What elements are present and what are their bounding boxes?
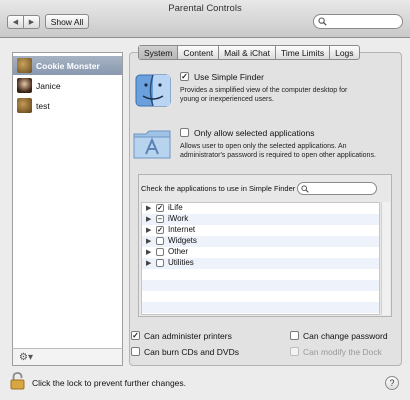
administer-printers-label: Can administer printers: [144, 331, 232, 341]
back-arrow-icon[interactable]: ◀: [8, 16, 23, 28]
list-item[interactable]: ▶ ✓ iLife: [142, 203, 379, 214]
selected-apps-description-1: Allows user to open only the selected ap…: [180, 143, 347, 150]
app-checkbox[interactable]: –: [156, 215, 164, 223]
list-item: [142, 291, 379, 302]
burn-cds-label: Can burn CDs and DVDs: [144, 347, 239, 357]
disclosure-triangle-icon[interactable]: ▶: [146, 226, 151, 234]
disclosure-triangle-icon[interactable]: ▶: [146, 204, 151, 212]
nav-buttons: ◀ ▶: [7, 15, 40, 29]
user-name: test: [36, 100, 50, 111]
disclosure-triangle-icon[interactable]: ▶: [146, 248, 151, 256]
list-item[interactable]: ▶ – iWork: [142, 214, 379, 225]
app-name: iLife: [168, 203, 183, 212]
tab-logs[interactable]: Logs: [329, 46, 358, 59]
avatar: [17, 78, 32, 93]
forward-arrow-icon[interactable]: ▶: [23, 16, 39, 28]
user-name: Janice: [36, 80, 61, 91]
tab-content[interactable]: Content: [177, 46, 218, 59]
tab-time-limits[interactable]: Time Limits: [274, 46, 329, 59]
list-item: [142, 302, 379, 313]
user-name: Cookie Monster: [36, 60, 100, 71]
search-icon: [318, 17, 327, 26]
list-item[interactable]: ▶ Widgets: [142, 236, 379, 247]
use-simple-finder-checkbox[interactable]: ✓: [180, 72, 189, 81]
gear-icon[interactable]: ⚙▾: [19, 352, 33, 363]
lock-status-text: Click the lock to prevent further change…: [32, 378, 187, 388]
user-item-test[interactable]: test: [13, 96, 122, 115]
app-checkbox[interactable]: [156, 259, 164, 267]
app-checkbox[interactable]: [156, 237, 164, 245]
disclosure-triangle-icon[interactable]: ▶: [146, 237, 151, 245]
user-item-janice[interactable]: Janice: [13, 76, 122, 95]
search-icon: [301, 185, 309, 193]
sidebar-footer: ⚙▾: [12, 348, 123, 366]
applications-list: ▶ ✓ iLife ▶ – iWork ▶ ✓ Internet ▶ Widge…: [141, 202, 380, 315]
tab-system[interactable]: System: [139, 46, 178, 59]
app-name: Internet: [168, 225, 196, 234]
use-simple-finder-label: Use Simple Finder: [194, 72, 264, 82]
show-all-button[interactable]: Show All: [45, 14, 89, 29]
change-password-label: Can change password: [303, 331, 388, 341]
user-list: Cookie Monster Janice test: [12, 52, 123, 366]
help-button[interactable]: ?: [385, 376, 399, 390]
app-checkbox[interactable]: [156, 248, 164, 256]
list-item: [142, 280, 379, 291]
list-item[interactable]: ▶ Other: [142, 247, 379, 258]
list-item[interactable]: ▶ Utilities: [142, 258, 379, 269]
app-name: Widgets: [168, 236, 197, 245]
disclosure-triangle-icon[interactable]: ▶: [146, 215, 151, 223]
modify-dock-label: Can modify the Dock: [303, 347, 382, 357]
avatar: [17, 98, 32, 113]
list-item: [142, 269, 379, 280]
app-name: Utilities: [168, 258, 194, 267]
avatar: [17, 58, 32, 73]
window-title: Parental Controls: [168, 3, 242, 14]
user-item-cookie-monster[interactable]: Cookie Monster: [13, 56, 122, 75]
simple-finder-description-1: Provides a simplified view of the comput…: [180, 87, 348, 94]
finder-icon: [135, 74, 171, 107]
title-bar: Parental Controls ◀ ▶ Show All: [0, 0, 410, 38]
selected-apps-description-2: administrator's password is required to …: [180, 152, 376, 159]
lock-icon[interactable]: [10, 372, 25, 390]
app-search-input[interactable]: [297, 182, 377, 195]
tab-bar: System Content Mail & iChat Time Limits …: [138, 45, 360, 60]
modify-dock-checkbox[interactable]: [290, 347, 299, 356]
app-name: Other: [168, 247, 189, 256]
disclosure-triangle-icon[interactable]: ▶: [146, 259, 151, 267]
app-checkbox[interactable]: ✓: [156, 226, 164, 234]
change-password-checkbox[interactable]: [290, 331, 299, 340]
applications-header: Check the applications to use in Simple …: [141, 184, 296, 193]
search-input[interactable]: [313, 14, 403, 29]
administer-printers-checkbox[interactable]: ✓: [131, 331, 140, 340]
app-checkbox[interactable]: ✓: [156, 204, 164, 212]
only-allow-selected-apps-label: Only allow selected applications: [194, 128, 315, 138]
list-item[interactable]: ▶ ✓ Internet: [142, 225, 379, 236]
only-allow-selected-apps-checkbox[interactable]: [180, 128, 189, 137]
app-name: iWork: [168, 214, 189, 223]
list-scrollbar[interactable]: [381, 202, 390, 315]
burn-cds-checkbox[interactable]: [131, 347, 140, 356]
applications-folder-icon: [133, 130, 171, 159]
tab-mail-ichat[interactable]: Mail & iChat: [218, 46, 275, 59]
simple-finder-description-2: young or inexperienced users.: [180, 96, 274, 103]
